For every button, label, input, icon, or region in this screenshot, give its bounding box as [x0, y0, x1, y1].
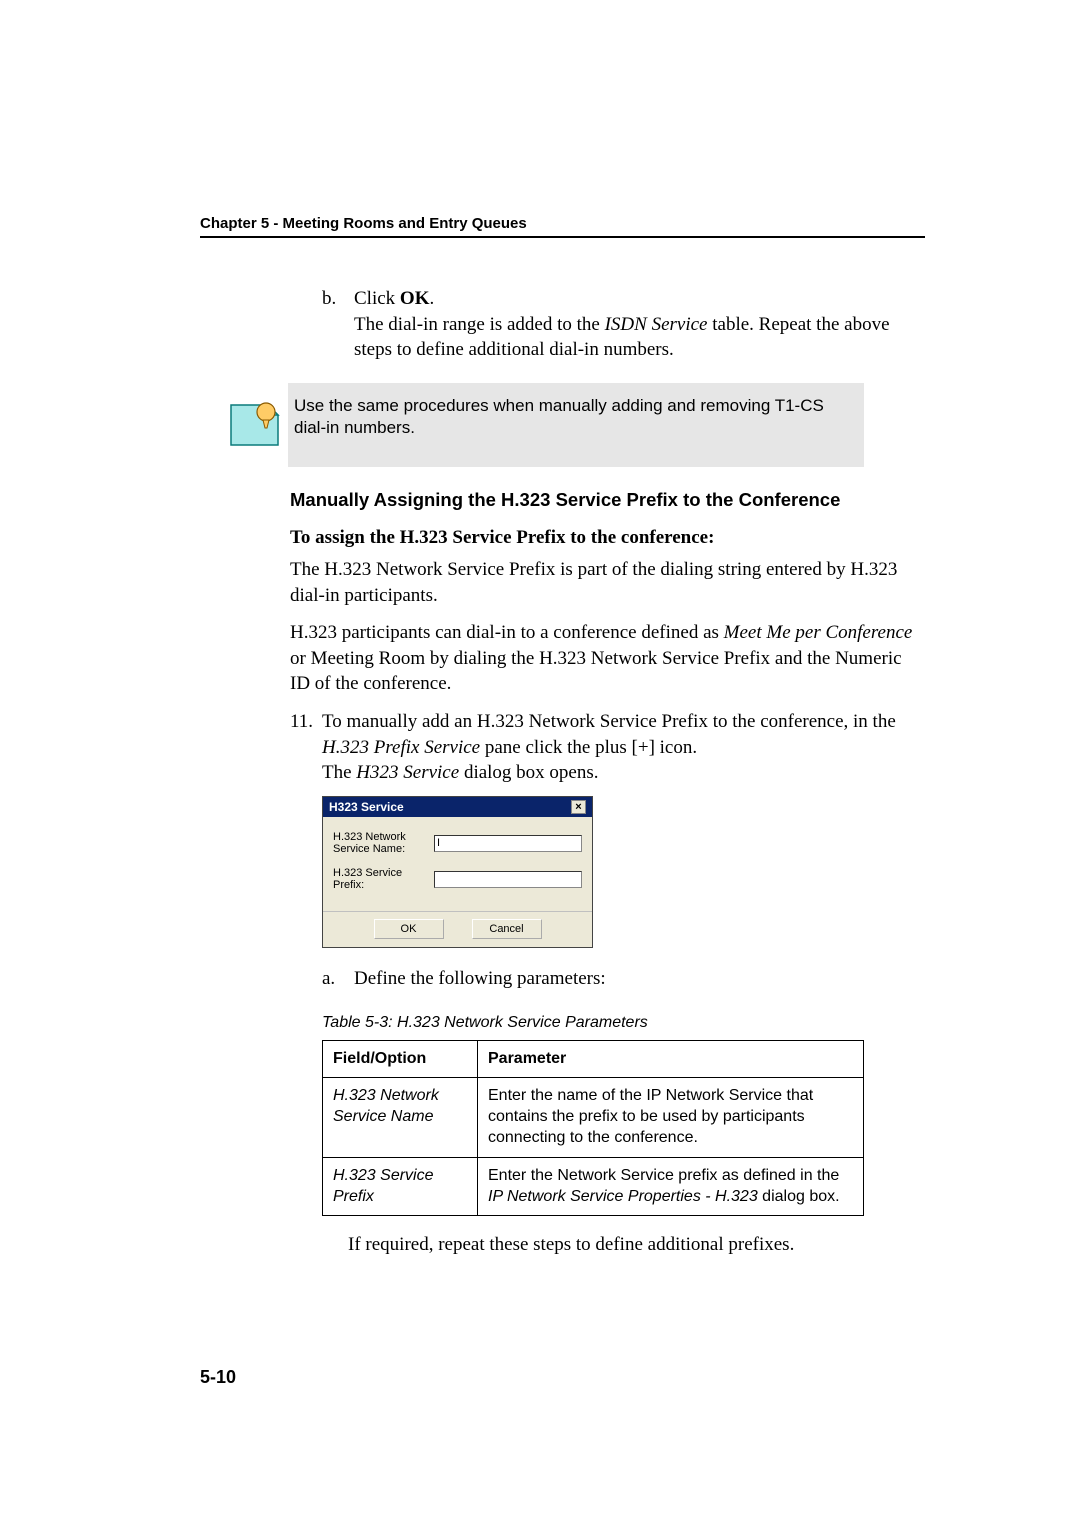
isdn-service-ref: ISDN Service: [605, 314, 708, 335]
text-fragment: or Meeting Room by dialing the H.323 Net…: [290, 648, 902, 695]
ok-button[interactable]: OK: [374, 919, 444, 939]
text-fragment: The: [322, 762, 356, 783]
h323-network-service-name-input[interactable]: [434, 835, 582, 852]
text-fragment: pane click the plus [+] icon.: [480, 737, 697, 758]
text-fragment: .: [429, 288, 434, 309]
h323-service-ref: H323 Service: [356, 762, 459, 783]
meet-me-ref: Meet Me per Conference: [724, 622, 913, 643]
dialog-label-service-name: H.323 Network Service Name:: [333, 831, 434, 855]
chapter-header: Chapter 5 - Meeting Rooms and Entry Queu…: [200, 215, 925, 232]
section-title: Manually Assigning the H.323 Service Pre…: [290, 489, 925, 511]
header-rule: [200, 236, 925, 238]
col-header-parameter: Parameter: [478, 1040, 864, 1078]
text-fragment: dialog box opens.: [459, 762, 598, 783]
note-text: Use the same procedures when manually ad…: [286, 395, 852, 439]
text-fragment: The dial-in range is added to the: [354, 314, 605, 335]
after-table-text: If required, repeat these steps to defin…: [348, 1232, 925, 1258]
param-cell: Enter the name of the IP Network Service…: [478, 1078, 864, 1157]
param-cell: Enter the Network Service prefix as defi…: [478, 1157, 864, 1216]
step-b-text: Click OK. The dial-in range is added to …: [354, 286, 925, 363]
parameters-table: Field/Option Parameter H.323 Network Ser…: [322, 1040, 864, 1217]
text-fragment: H.323 participants can dial-in to a conf…: [290, 622, 724, 643]
field-cell: H.323 Network Service Name: [323, 1078, 478, 1157]
table-header-row: Field/Option Parameter: [323, 1040, 864, 1078]
text-fragment: To manually add an H.323 Network Service…: [322, 711, 896, 732]
text-fragment: Click: [354, 288, 400, 309]
note-box: Use the same procedures when manually ad…: [288, 383, 864, 467]
table-row: H.323 Service Prefix Enter the Network S…: [323, 1157, 864, 1216]
page-number: 5-10: [200, 1367, 236, 1388]
note-icon: [226, 395, 286, 455]
dialog-title-text: H323 Service: [329, 800, 404, 814]
text-fragment: dialog box.: [758, 1188, 840, 1205]
h323-prefix-service-ref: H.323 Prefix Service: [322, 737, 480, 758]
step-a-text: Define the following parameters:: [354, 966, 606, 992]
step-letter-a: a.: [322, 966, 354, 992]
h323-service-dialog: H323 Service × H.323 Network Service Nam…: [322, 796, 593, 948]
table-row: H.323 Network Service Name Enter the nam…: [323, 1078, 864, 1157]
field-cell: H.323 Service Prefix: [323, 1157, 478, 1216]
ok-label: OK: [400, 288, 430, 309]
paragraph-1: The H.323 Network Service Prefix is part…: [290, 557, 925, 608]
step-letter-b: b.: [322, 286, 354, 363]
paragraph-2: H.323 participants can dial-in to a conf…: [290, 620, 925, 697]
dialog-label-service-prefix: H.323 Service Prefix:: [333, 867, 434, 891]
text-fragment: Enter the Network Service prefix as defi…: [488, 1167, 839, 1184]
section-subtitle: To assign the H.323 Service Prefix to th…: [290, 527, 925, 549]
h323-service-prefix-input[interactable]: [434, 871, 582, 888]
table-caption: Table 5-3: H.323 Network Service Paramet…: [322, 1014, 925, 1032]
col-header-field: Field/Option: [323, 1040, 478, 1078]
dialog-titlebar: H323 Service ×: [323, 797, 592, 817]
ip-network-service-ref: IP Network Service Properties - H.323: [488, 1188, 758, 1205]
step-11-text: To manually add an H.323 Network Service…: [322, 709, 925, 786]
step-number-11: 11.: [290, 709, 322, 786]
close-icon[interactable]: ×: [571, 800, 586, 814]
cancel-button[interactable]: Cancel: [472, 919, 542, 939]
